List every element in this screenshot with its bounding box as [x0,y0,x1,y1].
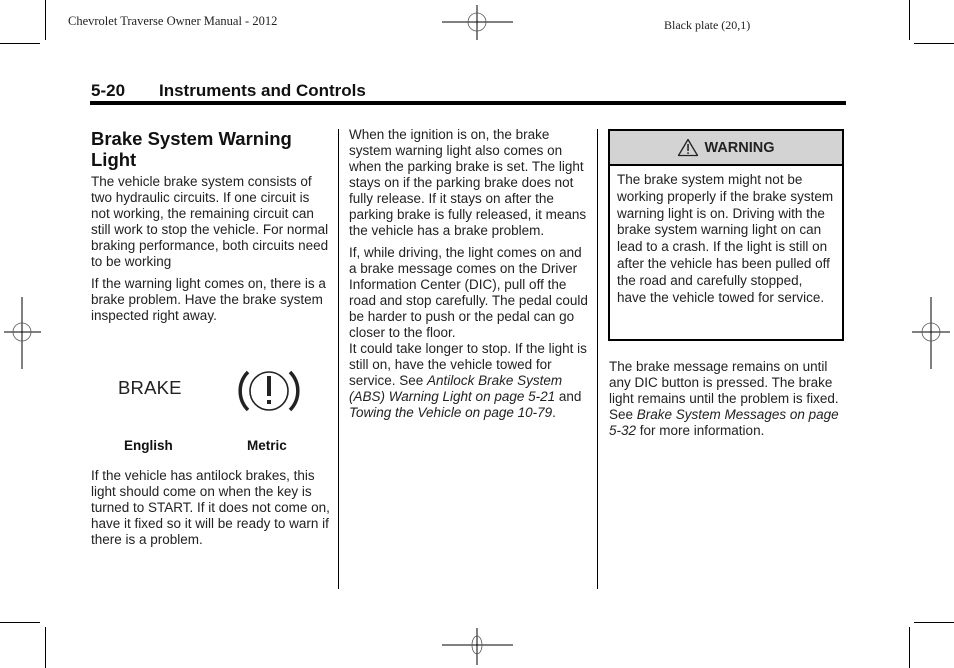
article-heading: Brake System Warning Light [91,128,292,170]
warning-title: WARNING [704,139,775,156]
page-number: 5-20 [91,81,126,100]
registration-mark-top [442,5,513,40]
text: and [555,389,582,404]
text: for more information. [636,423,765,438]
crop-mark [914,43,954,44]
english-label: English [124,438,173,453]
paragraph: If, while driving, the light comes on an… [349,245,588,340]
crop-mark [0,622,40,623]
column-1: Brake System Warning Light The vehicle b… [91,128,331,330]
column-3-lower: The brake message remains on until any D… [609,359,851,445]
paragraph: When the ignition is on, the brake syste… [349,127,587,238]
paragraph: The brake message remains on until any D… [609,359,851,439]
paragraph: The vehicle brake system consists of two… [91,174,329,269]
column-divider [338,129,339,589]
print-header-plate: Black plate (20,1) [664,18,751,32]
brake-text-symbol: BRAKE [118,377,182,398]
brake-warning-circle-exclamation-icon [238,370,300,412]
cross-reference-link[interactable]: Towing the Vehicle on page 10-79 [349,405,552,420]
warning-triangle-icon [678,138,699,157]
crop-mark [909,0,910,40]
crop-mark [45,627,46,668]
section-title: Instruments and Controls [159,81,366,100]
registration-mark-right [912,297,950,369]
text: . [552,405,556,420]
paragraph: If the warning light comes on, there is … [91,276,326,323]
section-header: 5-20 Instruments and Controls [91,81,366,101]
crop-mark [45,0,46,40]
column-divider [597,129,598,589]
crop-mark [914,622,954,623]
warning-header: WARNING [610,131,842,166]
metric-label: Metric [247,438,287,453]
crop-mark [0,43,40,44]
column-1-lower: If the vehicle has antilock brakes, this… [91,468,331,554]
warning-box: WARNING The brake system might not be wo… [608,129,844,341]
paragraph: If the vehicle has antilock brakes, this… [91,468,330,547]
crop-mark [909,627,910,668]
paragraph: It could take longer to stop. If the lig… [349,341,591,421]
registration-mark-bottom [442,628,513,665]
header-rule [90,101,846,105]
column-2: When the ignition is on, the brake syste… [349,127,591,427]
warning-body: The brake system might not be working pr… [617,172,834,305]
registration-mark-left [4,297,41,369]
print-header-title: Chevrolet Traverse Owner Manual - 2012 [68,14,278,28]
